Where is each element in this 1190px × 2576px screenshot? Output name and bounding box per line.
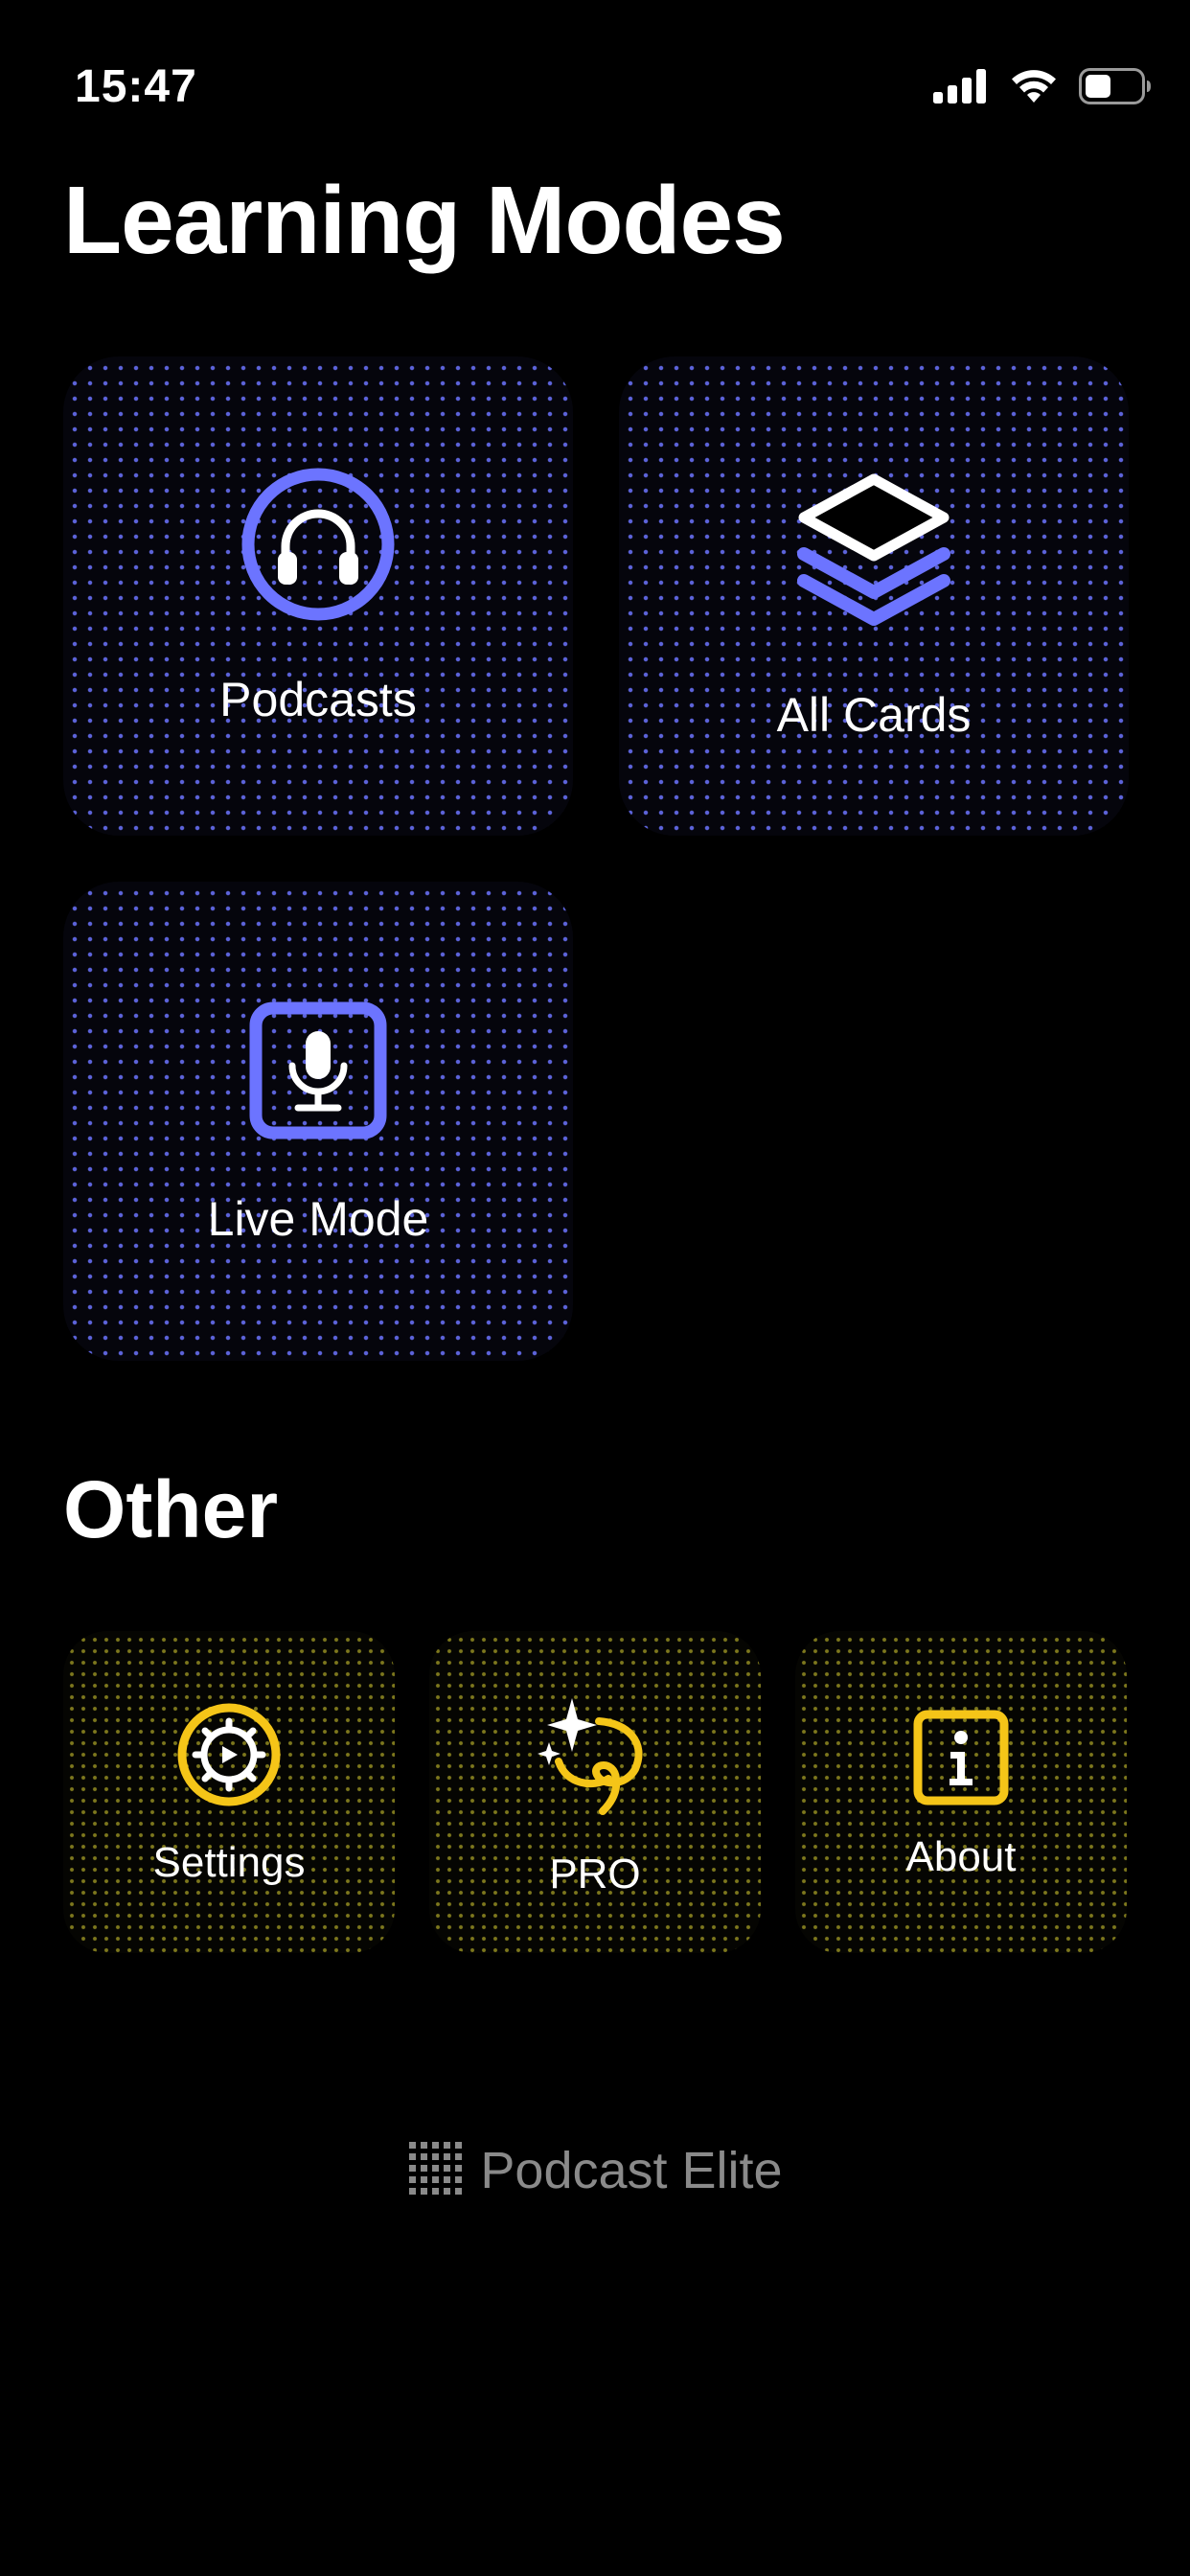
about-label: About — [905, 1833, 1017, 1880]
pro-label: PRO — [549, 1851, 641, 1898]
sparkle-ribbon-icon — [536, 1694, 654, 1817]
headphones-icon — [241, 468, 395, 621]
podcasts-card[interactable]: Podcasts — [63, 356, 573, 836]
microphone-icon — [248, 1000, 388, 1140]
live-mode-card[interactable]: Live Mode — [63, 882, 573, 1361]
status-icons — [933, 59, 1152, 113]
other-title: Other — [63, 1464, 279, 1554]
podcasts-label: Podcasts — [219, 673, 417, 726]
status-time: 15:47 — [75, 61, 197, 112]
pro-card[interactable]: PRO — [429, 1631, 761, 1953]
brand-name: Podcast Elite — [480, 2142, 783, 2199]
learning-modes-title: Learning Modes — [63, 167, 786, 274]
settings-card[interactable]: Settings — [63, 1631, 395, 1953]
cellular-signal-icon — [933, 69, 989, 104]
dot-grid-logo-icon — [407, 2140, 465, 2202]
all-cards-label: All Cards — [776, 688, 972, 742]
gear-icon — [176, 1702, 282, 1807]
wifi-icon — [1010, 68, 1058, 104]
stack-layers-icon — [794, 470, 953, 638]
footer-brand: Podcast Elite — [0, 2137, 1190, 2204]
status-bar: 15:47 — [0, 0, 1190, 172]
about-card[interactable]: About — [795, 1631, 1127, 1953]
live-mode-label: Live Mode — [207, 1192, 429, 1246]
info-icon — [913, 1710, 1009, 1806]
all-cards-card[interactable]: All Cards — [619, 356, 1129, 836]
battery-icon — [1079, 68, 1152, 104]
settings-label: Settings — [152, 1839, 306, 1886]
